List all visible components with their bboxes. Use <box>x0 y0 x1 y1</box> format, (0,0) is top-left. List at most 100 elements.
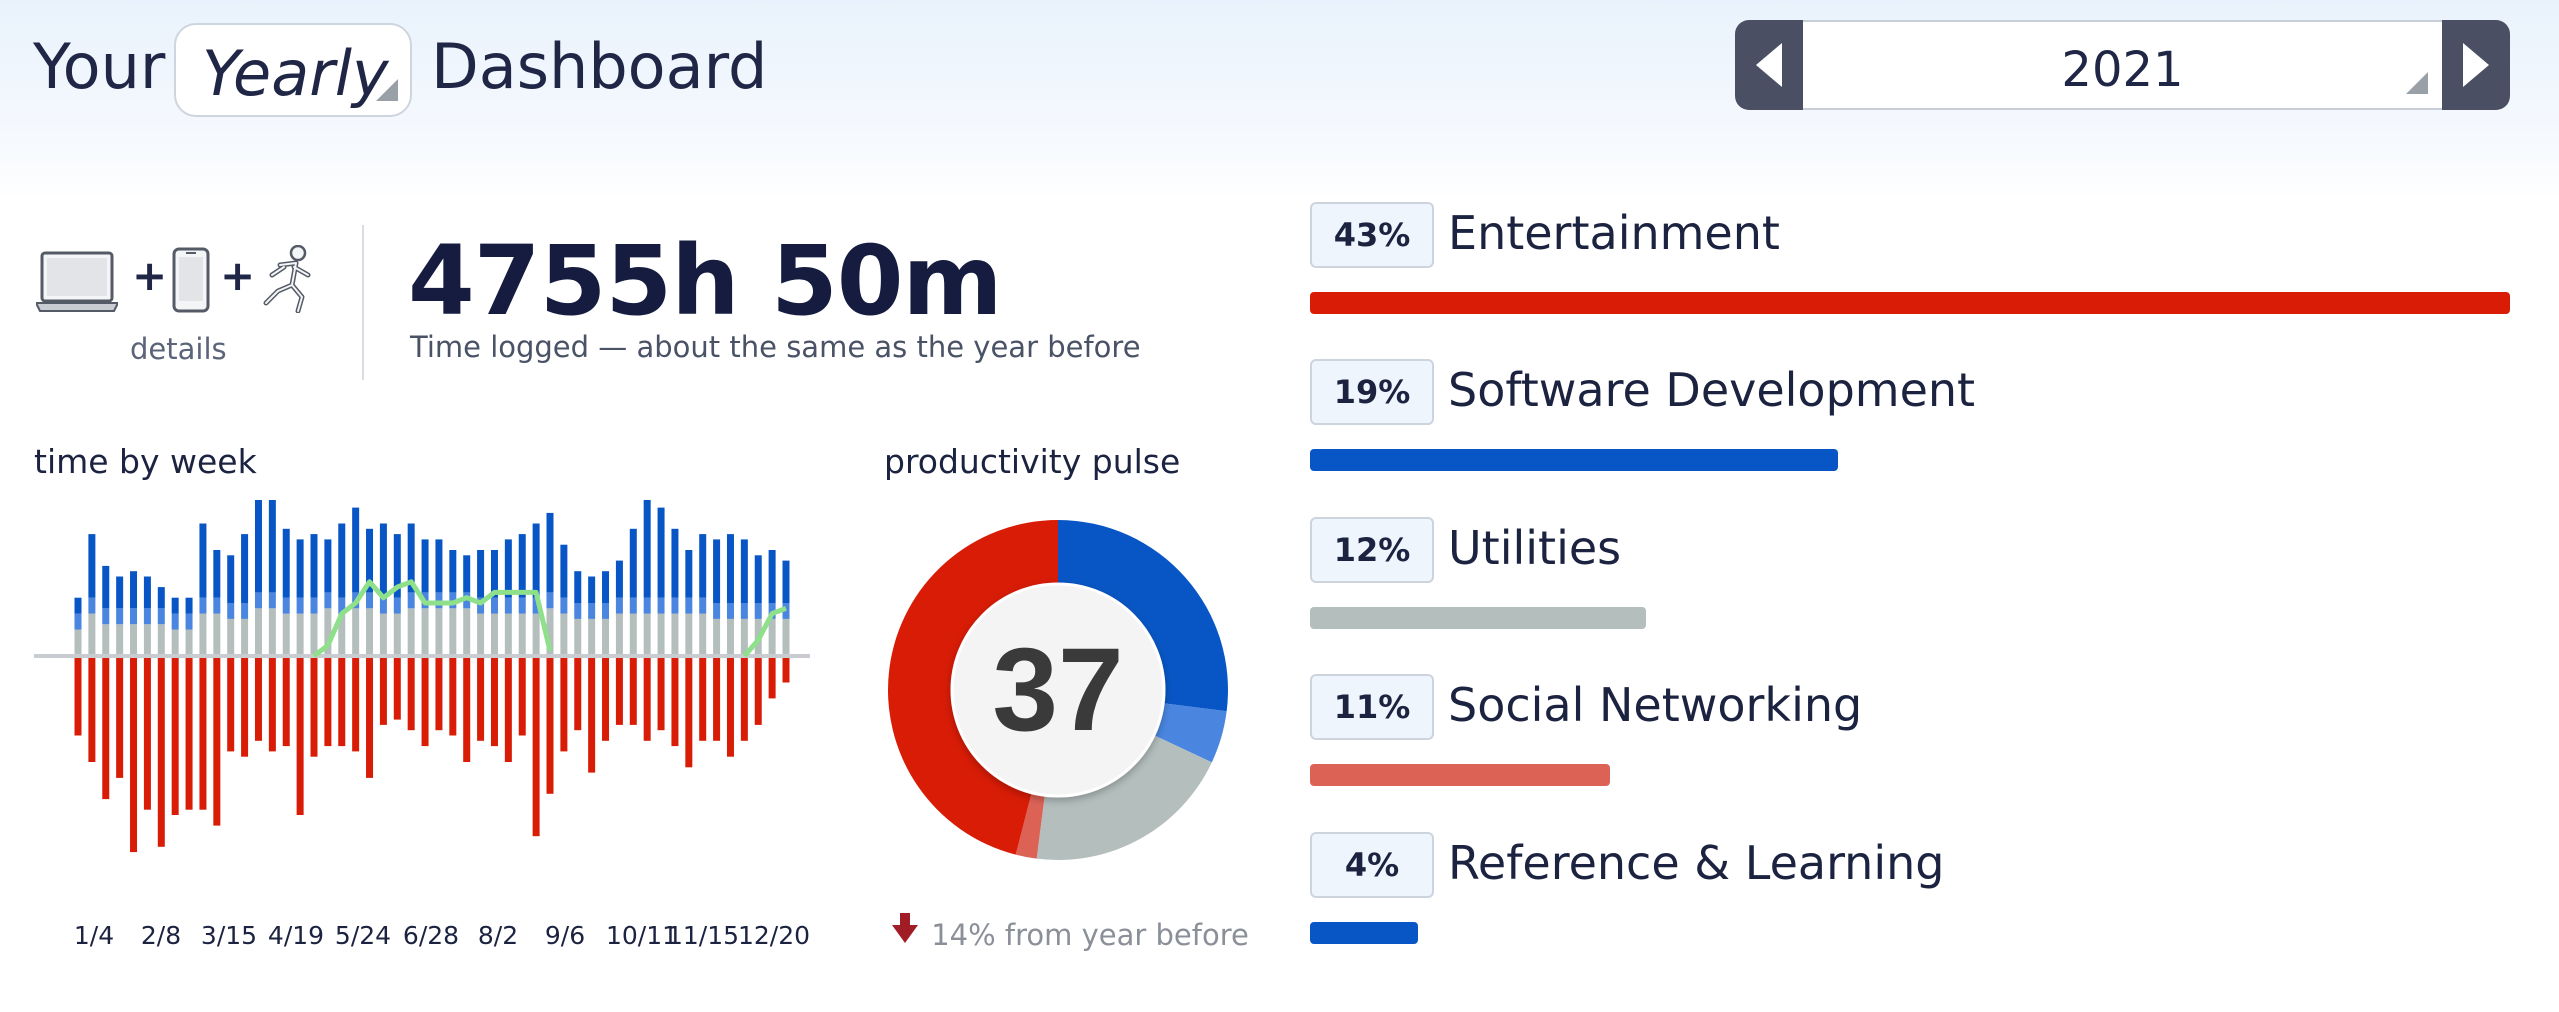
week-bar-negative[interactable] <box>713 656 721 741</box>
week-bar-segment[interactable] <box>199 523 207 598</box>
week-bar-segment[interactable] <box>504 613 512 656</box>
week-bar-negative[interactable] <box>726 656 734 757</box>
week-bar-segment[interactable] <box>532 613 540 656</box>
week-bar-negative[interactable] <box>671 656 679 747</box>
week-bar-segment[interactable] <box>282 597 290 614</box>
week-bar-segment[interactable] <box>629 528 637 598</box>
week-bar-segment[interactable] <box>241 603 249 619</box>
week-bar-segment[interactable] <box>768 550 776 603</box>
week-bar-segment[interactable] <box>560 613 568 656</box>
week-bar-segment[interactable] <box>199 613 207 656</box>
week-bar-segment[interactable] <box>310 534 318 598</box>
week-bar-negative[interactable] <box>407 656 415 731</box>
week-bar-negative[interactable] <box>629 656 637 725</box>
week-bar-negative[interactable] <box>324 656 332 747</box>
week-bar-segment[interactable] <box>435 592 443 609</box>
week-bar-negative[interactable] <box>102 656 110 800</box>
week-bar-segment[interactable] <box>227 555 235 603</box>
week-bar-negative[interactable] <box>157 656 165 847</box>
week-bar-segment[interactable] <box>296 597 304 614</box>
week-bar-segment[interactable] <box>740 539 748 603</box>
week-bar-segment[interactable] <box>143 608 151 625</box>
week-bar-segment[interactable] <box>574 571 582 603</box>
week-bar-segment[interactable] <box>268 608 276 656</box>
week-bar-negative[interactable] <box>241 656 249 757</box>
week-bar-negative[interactable] <box>518 656 526 736</box>
week-bar-negative[interactable] <box>490 656 498 747</box>
week-bar-segment[interactable] <box>754 603 762 619</box>
week-bar-segment[interactable] <box>560 597 568 614</box>
week-bar-negative[interactable] <box>421 656 429 747</box>
week-bar-segment[interactable] <box>435 539 443 593</box>
week-bar-segment[interactable] <box>629 597 637 614</box>
week-bar-negative[interactable] <box>754 656 762 725</box>
week-bar-segment[interactable] <box>352 507 360 593</box>
week-bar-segment[interactable] <box>699 597 707 614</box>
week-bar-segment[interactable] <box>615 560 623 598</box>
week-bar-segment[interactable] <box>324 539 332 593</box>
week-bar-segment[interactable] <box>366 592 374 609</box>
week-bar-segment[interactable] <box>241 618 249 656</box>
week-chart[interactable]: 1/4 2/8 3/15 4/19 5/24 6/28 8/2 9/6 10/1111/1512… <box>30 500 820 960</box>
week-bar-segment[interactable] <box>574 618 582 656</box>
week-bar-segment[interactable] <box>421 539 429 593</box>
week-bar-negative[interactable] <box>227 656 235 752</box>
week-bar-segment[interactable] <box>407 608 415 656</box>
week-bar-segment[interactable] <box>726 618 734 656</box>
week-bar-negative[interactable] <box>685 656 693 768</box>
week-bar-negative[interactable] <box>213 656 221 826</box>
category-row[interactable]: 19% Software Development <box>1310 359 2510 479</box>
week-bar-segment[interactable] <box>171 597 179 614</box>
week-bar-segment[interactable] <box>102 565 110 609</box>
week-bar-negative[interactable] <box>574 656 582 731</box>
week-bar-segment[interactable] <box>782 560 790 603</box>
week-bar-segment[interactable] <box>768 618 776 656</box>
week-bar-negative[interactable] <box>74 656 82 736</box>
week-bar-segment[interactable] <box>588 576 596 604</box>
week-bar-segment[interactable] <box>254 500 262 593</box>
week-bar-segment[interactable] <box>504 539 512 598</box>
week-bar-segment[interactable] <box>615 597 623 614</box>
week-bar-segment[interactable] <box>643 597 651 614</box>
week-bar-negative[interactable] <box>477 656 485 741</box>
week-bar-negative[interactable] <box>657 656 665 731</box>
week-bar-segment[interactable] <box>615 613 623 656</box>
week-bar-segment[interactable] <box>254 592 262 609</box>
week-bar-negative[interactable] <box>546 656 554 794</box>
week-bar-negative[interactable] <box>435 656 443 731</box>
week-bar-segment[interactable] <box>379 613 387 656</box>
week-bar-segment[interactable] <box>88 597 96 614</box>
week-bar-negative[interactable] <box>379 656 387 725</box>
week-bar-negative[interactable] <box>588 656 596 773</box>
details-label[interactable]: details <box>130 332 227 366</box>
week-bar-segment[interactable] <box>379 523 387 598</box>
week-bar-negative[interactable] <box>171 656 179 815</box>
week-bar-segment[interactable] <box>490 597 498 614</box>
week-bar-segment[interactable] <box>157 608 165 625</box>
week-bar-segment[interactable] <box>602 618 610 656</box>
week-bar-negative[interactable] <box>254 656 262 741</box>
week-bar-segment[interactable] <box>74 613 82 630</box>
week-bar-segment[interactable] <box>602 603 610 619</box>
week-bar-negative[interactable] <box>310 656 318 757</box>
week-bar-segment[interactable] <box>102 624 110 656</box>
week-bar-segment[interactable] <box>393 613 401 656</box>
week-bar-segment[interactable] <box>754 555 762 603</box>
week-bar-segment[interactable] <box>657 597 665 614</box>
week-bar-negative[interactable] <box>366 656 374 778</box>
week-bar-segment[interactable] <box>130 571 138 609</box>
week-bar-segment[interactable] <box>726 603 734 619</box>
week-bar-segment[interactable] <box>282 613 290 656</box>
week-bar-segment[interactable] <box>393 597 401 614</box>
week-bar-negative[interactable] <box>268 656 276 752</box>
week-bar-segment[interactable] <box>227 618 235 656</box>
week-bar-negative[interactable] <box>296 656 304 815</box>
category-row[interactable]: 11% Social Networking <box>1310 674 2510 794</box>
week-bar-negative[interactable] <box>768 656 776 699</box>
week-bar-segment[interactable] <box>671 528 679 598</box>
week-bar-segment[interactable] <box>143 624 151 656</box>
week-bar-segment[interactable] <box>102 608 110 625</box>
week-bar-negative[interactable] <box>116 656 124 778</box>
week-bar-negative[interactable] <box>782 656 790 683</box>
week-bar-segment[interactable] <box>657 507 665 598</box>
